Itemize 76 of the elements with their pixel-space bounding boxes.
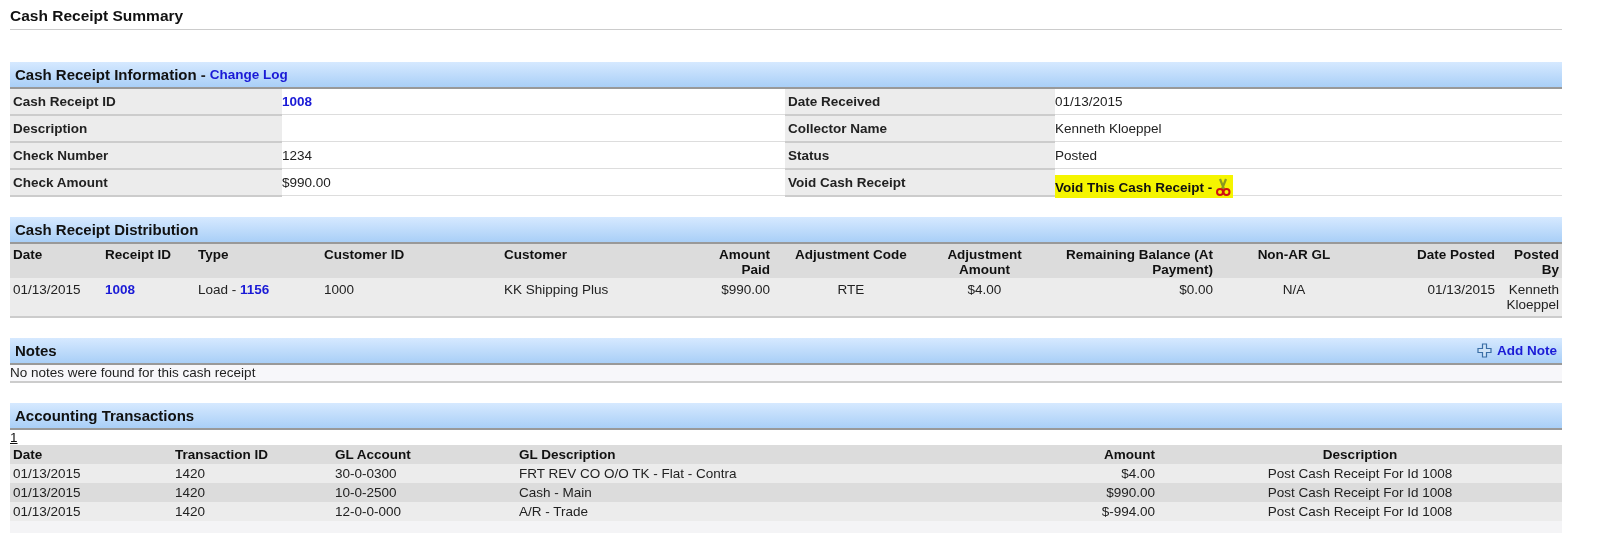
column-header: Adjustment Code	[773, 244, 929, 278]
column-header: Non-AR GL	[1216, 244, 1372, 278]
change-log-link[interactable]: Change Log	[209, 67, 288, 82]
column-header: GL Description	[516, 445, 922, 464]
scissors-icon	[1215, 178, 1232, 196]
table-cell: $990.00	[707, 278, 773, 317]
table-cell: 10-0-2500	[332, 483, 516, 502]
table-cell: RTE	[773, 278, 929, 317]
field-label: Status	[785, 143, 1055, 170]
field-value: 1234	[282, 148, 313, 163]
title-separator: -	[200, 66, 206, 83]
field-label: Check Number	[10, 143, 282, 170]
table-cell: $4.00	[929, 278, 1040, 317]
table-cell: FRT REV CO O/O TK - Flat - Contra	[516, 464, 922, 483]
table-cell: $0.00	[1040, 278, 1216, 317]
table-cell: 1000	[321, 278, 501, 317]
table-cell: Kenneth Kloeppel	[1498, 278, 1562, 317]
field-value: 01/13/2015	[1055, 94, 1123, 109]
table-cell: 01/13/2015	[10, 464, 172, 483]
table-cell: Post Cash Receipt For Id 1008	[1158, 483, 1562, 502]
field-value: Posted	[1055, 148, 1098, 163]
field-label: Check Amount	[10, 170, 282, 197]
section-title: Accounting Transactions	[15, 407, 195, 424]
field-label: Cash Receipt ID	[10, 89, 282, 116]
section-title: Cash Receipt Distribution	[15, 221, 199, 238]
table-cell: Cash - Main	[516, 483, 922, 502]
add-note-link[interactable]: Add Note	[1477, 343, 1557, 358]
column-header: Amount	[922, 445, 1158, 464]
plus-icon	[1477, 343, 1492, 358]
column-header: Customer ID	[321, 244, 501, 278]
table-cell: 01/13/2015	[10, 502, 172, 521]
receipt-id-link[interactable]: 1008	[282, 94, 313, 109]
column-header: Customer	[501, 244, 707, 278]
table-cell: Post Cash Receipt For Id 1008	[1158, 502, 1562, 521]
receipt-link[interactable]: 1008	[105, 282, 136, 297]
table-cell: A/R - Trade	[516, 502, 922, 521]
void-receipt-link[interactable]: Void This Cash Receipt -	[1055, 175, 1234, 198]
table-cell: 30-0-0300	[332, 464, 516, 483]
field-label: Collector Name	[785, 116, 1055, 143]
table-cell: 12-0-0-000	[332, 502, 516, 521]
table-cell: 01/13/2015	[10, 278, 102, 317]
table-cell: 1420	[172, 464, 332, 483]
field-label: Date Received	[785, 89, 1055, 116]
table-cell: 1420	[172, 502, 332, 521]
table-cell: 1420	[172, 483, 332, 502]
column-header: Description	[1158, 445, 1562, 464]
table-cell: KK Shipping Plus	[501, 278, 707, 317]
column-header: Posted By	[1498, 244, 1562, 278]
type-text: Load -	[198, 282, 238, 297]
field-label: Void Cash Receipt	[785, 170, 1055, 197]
column-header: Date	[10, 244, 102, 278]
column-header: Amount Paid	[707, 244, 773, 278]
table-cell: $4.00	[922, 464, 1158, 483]
column-header: Date Posted	[1372, 244, 1498, 278]
empty-notes-message: No notes were found for this cash receipt	[10, 365, 1562, 383]
page-title: Cash Receipt Summary	[10, 4, 1562, 30]
column-header: Date	[10, 445, 172, 464]
table-cell: $-994.00	[922, 502, 1158, 521]
load-link[interactable]: 1156	[240, 282, 270, 297]
table-cell: Post Cash Receipt For Id 1008	[1158, 464, 1562, 483]
table-cell: N/A	[1216, 278, 1372, 317]
section-title: Notes	[15, 342, 57, 359]
field-value: $990.00	[282, 175, 331, 190]
column-header: GL Account	[332, 445, 516, 464]
field-value: Kenneth Kloeppel	[1055, 121, 1162, 136]
page-link[interactable]: 1	[10, 430, 18, 445]
column-header: Type	[195, 244, 321, 278]
section-title: Cash Receipt Information	[15, 66, 197, 83]
column-header: Receipt ID	[102, 244, 195, 278]
column-header: Transaction ID	[172, 445, 332, 464]
column-header: Adjustment Amount	[929, 244, 1040, 278]
table-cell: $990.00	[922, 483, 1158, 502]
table-cell: 01/13/2015	[1372, 278, 1498, 317]
field-label: Description	[10, 116, 282, 143]
table-cell: 01/13/2015	[10, 483, 172, 502]
column-header: Remaining Balance (At Payment)	[1040, 244, 1216, 278]
